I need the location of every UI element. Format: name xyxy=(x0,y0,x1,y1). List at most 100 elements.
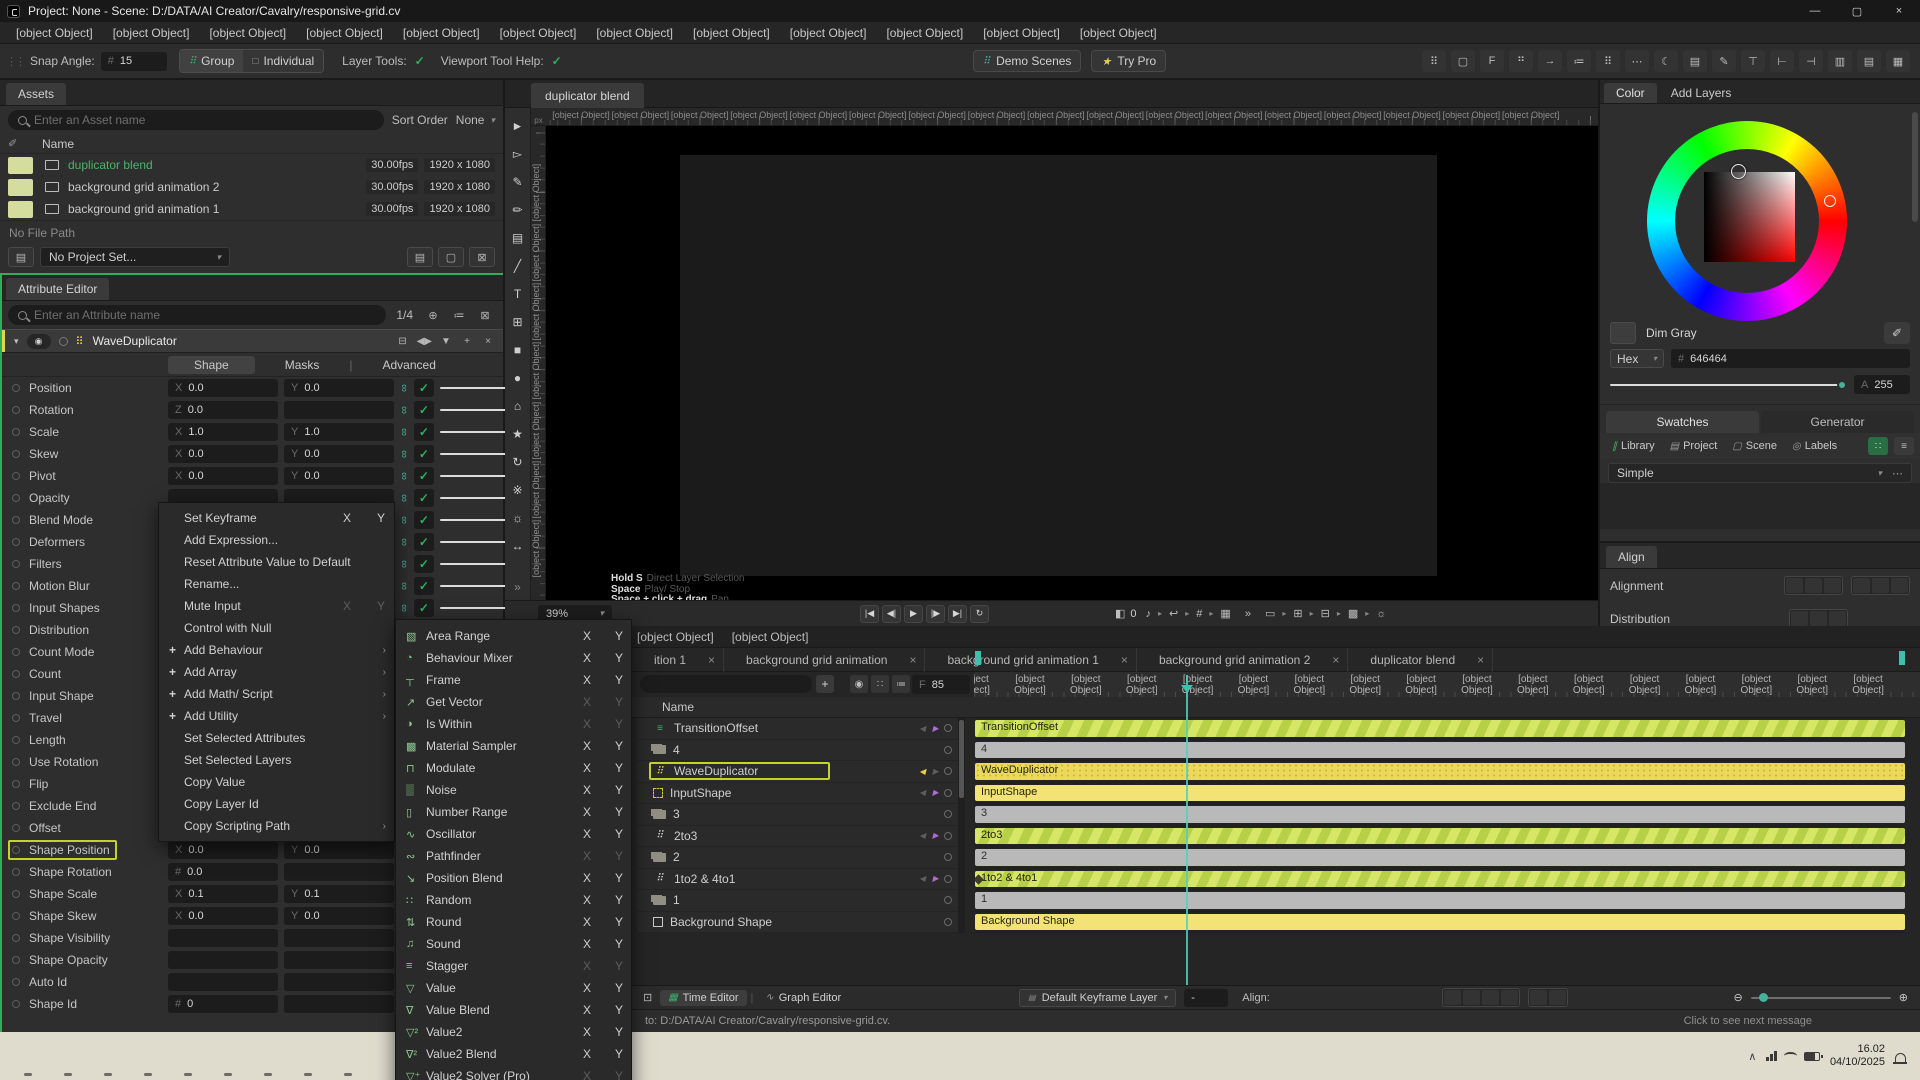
align-button[interactable] xyxy=(1786,578,1803,593)
minimize-button[interactable]: — xyxy=(1794,0,1836,22)
timeline-layer-row[interactable]: 1 xyxy=(637,890,958,912)
out-toggle-icon[interactable]: ▶ xyxy=(931,767,940,776)
try-pro-button[interactable]: ★Try Pro xyxy=(1091,50,1166,72)
editor-tab[interactable]: [object Object] xyxy=(732,630,809,644)
motion-trail-button[interactable]: ∷ xyxy=(871,675,889,693)
attribute-connector-icon[interactable] xyxy=(12,912,20,920)
timeline-track-bar[interactable]: 4 xyxy=(975,742,1905,759)
context-menu-item[interactable]: Control with Null xyxy=(159,617,394,639)
value-field-1[interactable]: X0.0 xyxy=(168,907,278,925)
color-swatch-chip[interactable] xyxy=(1674,491,1687,504)
distribute-button[interactable] xyxy=(1829,611,1846,626)
value-field-1[interactable]: X1.0 xyxy=(168,423,278,441)
value-field-1[interactable]: #0.0 xyxy=(168,863,278,881)
tab-swatches[interactable]: Swatches xyxy=(1606,411,1759,433)
range-end-cap[interactable] xyxy=(1899,651,1905,665)
attribute-connector-icon[interactable] xyxy=(12,934,20,942)
solo-circle-icon[interactable] xyxy=(944,724,952,732)
value-field-1[interactable] xyxy=(168,929,278,947)
context-menu-item[interactable]: + Add Behaviour › xyxy=(159,639,394,661)
asset-row[interactable]: background grid animation 1 30.00fps 192… xyxy=(0,198,503,220)
menu-item[interactable]: [object Object] xyxy=(780,22,877,44)
menu-item[interactable]: [object Object] xyxy=(586,22,683,44)
status-action-button[interactable] xyxy=(1825,1013,1841,1030)
link-icon[interactable]: ∞ xyxy=(398,604,410,612)
attribute-connector-icon[interactable] xyxy=(12,692,20,700)
attribute-connector-icon[interactable] xyxy=(12,736,20,744)
submenu-item[interactable]: ≡ Stagger XY xyxy=(396,955,631,977)
menu-item[interactable]: [object Object] xyxy=(973,22,1070,44)
alpha-slider-knob[interactable] xyxy=(1837,380,1847,390)
close-tab-icon[interactable]: × xyxy=(909,653,916,667)
color-swatch-chip[interactable] xyxy=(1652,491,1665,504)
color-swatch-chip[interactable] xyxy=(1630,491,1643,504)
composition-tab[interactable]: background grid animation× xyxy=(724,648,925,672)
close-attribute-button[interactable]: × xyxy=(481,336,495,347)
composition-area[interactable] xyxy=(680,155,1437,576)
editor-tab[interactable]: [object Object] xyxy=(637,630,714,644)
status-action-button[interactable] xyxy=(1871,1013,1887,1030)
attribute-connector-icon[interactable] xyxy=(12,648,20,656)
menu-item[interactable]: [object Object] xyxy=(199,22,296,44)
layout-button[interactable]: ⊟ xyxy=(396,336,410,347)
checkbox[interactable]: ✓ xyxy=(414,533,434,551)
link-icon[interactable]: ∞ xyxy=(398,384,410,392)
status-action-button[interactable] xyxy=(1894,1013,1910,1030)
menu-item[interactable]: [object Object] xyxy=(6,22,103,44)
attribute-editor-tab[interactable]: Attribute Editor xyxy=(6,278,109,300)
timeline-track-bar[interactable]: 1to2 & 4to1 xyxy=(975,871,1905,888)
timeline-layer-row[interactable]: Background Shape xyxy=(637,912,958,934)
solo-circle-icon[interactable] xyxy=(944,810,952,818)
list-view-button[interactable]: ≡ xyxy=(1894,437,1914,455)
close-tab-icon[interactable]: × xyxy=(1332,653,1339,667)
timeline-track-bar[interactable]: 2 xyxy=(975,849,1905,866)
viewport-tab[interactable]: duplicator blend xyxy=(531,83,644,108)
project-icon-button[interactable]: ▤ xyxy=(8,247,34,267)
attribute-connector-icon[interactable] xyxy=(12,824,20,832)
value-field-1[interactable]: Z0.0 xyxy=(168,401,278,419)
checkbox[interactable]: ✓ xyxy=(414,577,434,595)
context-menu-item[interactable]: + Add Math/ Script › xyxy=(159,683,394,705)
attribute-connector-icon[interactable] xyxy=(12,604,20,612)
add-button[interactable]: + xyxy=(460,336,474,347)
menu-item[interactable]: [object Object] xyxy=(103,22,200,44)
submenu-item[interactable]: ◔ Behaviour Mixer XY xyxy=(396,647,631,669)
align-button[interactable] xyxy=(1872,578,1889,593)
solo-circle-icon[interactable] xyxy=(944,875,952,883)
value-field-2[interactable]: Y0.0 xyxy=(284,445,394,463)
context-menu-item[interactable]: Set Selected Layers xyxy=(159,749,394,771)
in-toggle-icon[interactable]: ◀ xyxy=(918,874,927,883)
solo-circle-icon[interactable] xyxy=(944,918,952,926)
demo-scenes-button[interactable]: ⠿Demo Scenes xyxy=(973,50,1082,72)
timeline-track-bar[interactable]: 1 xyxy=(975,892,1905,909)
scrollbar[interactable] xyxy=(1912,112,1918,222)
value-field-2[interactable]: Y0.0 xyxy=(284,907,394,925)
out-toggle-icon[interactable]: ▶ xyxy=(931,874,940,883)
add-layer-button[interactable]: + xyxy=(816,675,834,693)
value-field-2[interactable] xyxy=(284,863,394,881)
checkbox[interactable]: ✓ xyxy=(414,599,434,617)
grid-view-button[interactable]: ∷ xyxy=(1868,437,1888,455)
timeline-layer-row[interactable]: ⠿ 1to2 & 4to1 ◀ ▶ xyxy=(637,869,958,891)
delete-button[interactable]: ⊠ xyxy=(469,247,495,267)
timeline-track-bar[interactable]: TransitionOffset xyxy=(975,720,1905,737)
timeline-track-bar[interactable]: InputShape xyxy=(975,785,1905,802)
layer-header[interactable]: ▾ ◉ ⠿ WaveDuplicator ⊟ ◀▶ ▼ + × xyxy=(0,329,503,353)
submenu-item[interactable]: ∇² Value2 Blend XY xyxy=(396,1043,631,1065)
attribute-connector-icon[interactable] xyxy=(12,956,20,964)
close-tab-icon[interactable]: × xyxy=(708,653,715,667)
link-icon[interactable]: ∞ xyxy=(398,450,410,458)
group-button[interactable]: ⠿Group xyxy=(180,50,244,72)
checkbox[interactable]: ✓ xyxy=(414,379,434,397)
graph-editor-toggle[interactable]: ∿Graph Editor xyxy=(757,990,849,1006)
asset-row[interactable]: duplicator blend 30.00fps 1920 x 1080 xyxy=(0,154,503,176)
submenu-item[interactable]: ∷ Random XY xyxy=(396,889,631,911)
attribute-connector-icon[interactable] xyxy=(12,802,20,810)
tools-expand-icon[interactable]: » xyxy=(514,580,521,600)
keyframe-option-button[interactable] xyxy=(1530,990,1547,1005)
prev-next-toggle[interactable]: ◀▶ xyxy=(417,336,432,347)
swatch-set-dropdown[interactable]: Simple▾⋯ xyxy=(1608,463,1912,483)
system-tray[interactable] xyxy=(1766,1051,1820,1061)
playhead[interactable] xyxy=(1186,675,1188,985)
submenu-item[interactable]: ┬ Frame XY xyxy=(396,669,631,691)
